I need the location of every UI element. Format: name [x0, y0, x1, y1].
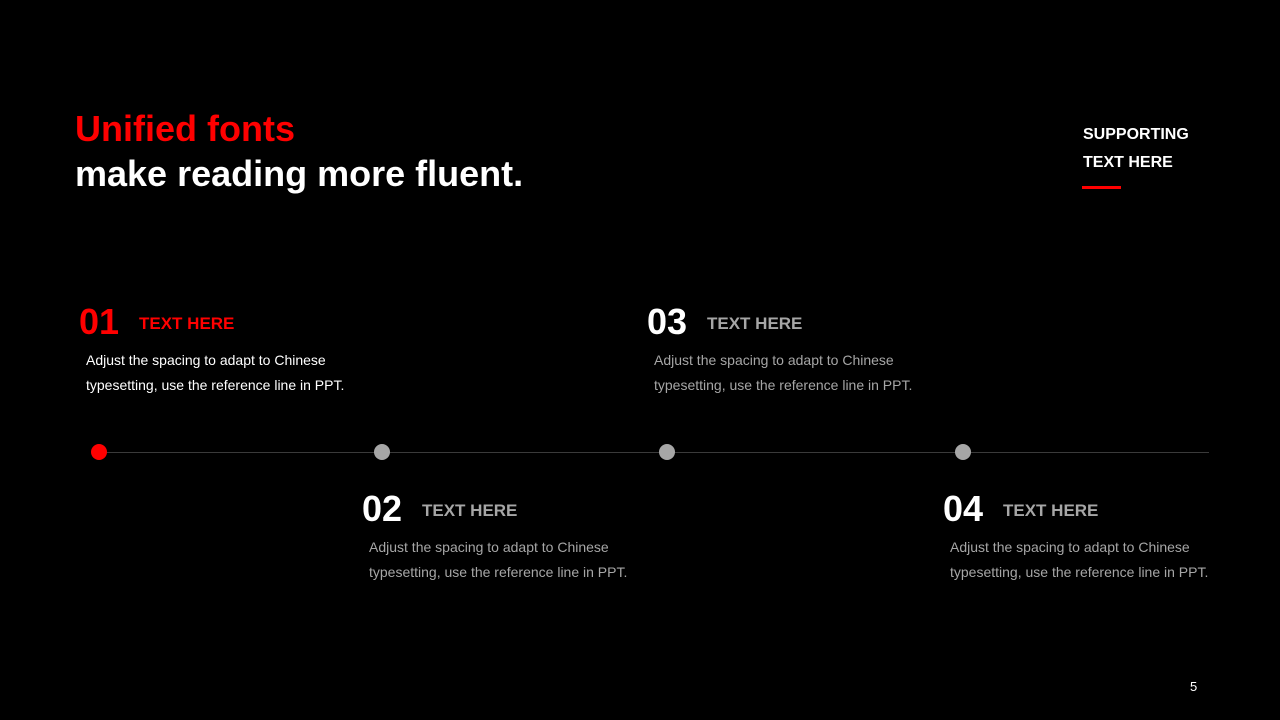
- step-description-line: Adjust the spacing to adapt to Chinese: [369, 539, 609, 555]
- page-number: 5: [1190, 679, 1198, 694]
- supporting-text: SUPPORTING TEXT HERE: [1083, 121, 1233, 177]
- step-number: 03: [647, 301, 688, 342]
- step-label: TEXT HERE: [422, 501, 518, 520]
- step-label: TEXT HERE: [1003, 501, 1099, 520]
- title-subtitle: make reading more fluent.: [75, 153, 524, 194]
- step-description-line: Adjust the spacing to adapt to Chinese: [86, 352, 326, 368]
- step-description-line: Adjust the spacing to adapt to Chinese: [654, 352, 894, 368]
- step-description-line: typesetting, use the reference line in P…: [654, 377, 913, 393]
- timeline-dot-02: [374, 444, 390, 460]
- timeline-line: [99, 452, 1209, 453]
- step-description: Adjust the spacing to adapt to Chinese t…: [369, 535, 669, 585]
- step-number: 01: [79, 301, 120, 342]
- timeline-dot-04: [955, 444, 971, 460]
- step-label: TEXT HERE: [139, 314, 235, 333]
- step-description-line: Adjust the spacing to adapt to Chinese: [950, 539, 1190, 555]
- timeline-dot-01: [91, 444, 107, 460]
- step-number: 04: [943, 488, 984, 529]
- step-number: 02: [362, 488, 403, 529]
- supporting-underline: [1082, 186, 1121, 189]
- step-description-line: typesetting, use the reference line in P…: [369, 564, 628, 580]
- timeline-dot-03: [659, 444, 675, 460]
- title-highlight: Unified fonts: [75, 108, 295, 149]
- step-description-line: typesetting, use the reference line in P…: [950, 564, 1209, 580]
- step-description-line: typesetting, use the reference line in P…: [86, 377, 345, 393]
- step-description: Adjust the spacing to adapt to Chinese t…: [654, 348, 954, 398]
- step-description: Adjust the spacing to adapt to Chinese t…: [950, 535, 1250, 585]
- supporting-text-line-2: TEXT HERE: [1083, 154, 1173, 171]
- step-description: Adjust the spacing to adapt to Chinese t…: [86, 348, 386, 398]
- slide: Unified fonts make reading more fluent. …: [0, 0, 1280, 720]
- supporting-text-line-1: SUPPORTING: [1083, 126, 1189, 143]
- step-label: TEXT HERE: [707, 314, 803, 333]
